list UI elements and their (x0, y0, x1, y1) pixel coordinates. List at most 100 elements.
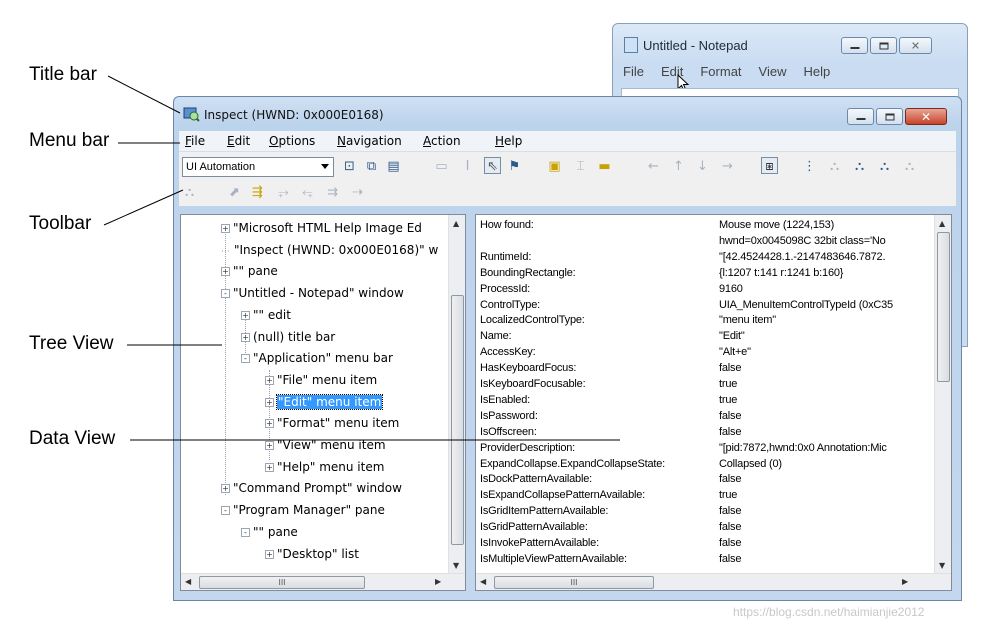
menu-options[interactable]: Options (269, 134, 315, 148)
close-button[interactable]: ✕ (905, 108, 947, 125)
expand-icon[interactable]: + (241, 332, 250, 342)
property-value: false (719, 521, 742, 534)
expand-icon[interactable]: + (265, 419, 274, 429)
data-vertical-scroll-thumb[interactable] (937, 232, 950, 382)
data-vertical-scrollbar[interactable]: ▲ ▼ (934, 215, 951, 574)
scroll-down-icon[interactable]: ▼ (939, 561, 945, 570)
select-icon[interactable]: ⥆ (299, 184, 316, 201)
scroll-up-icon[interactable]: ▲ (453, 219, 459, 228)
maximize-button[interactable] (876, 108, 903, 125)
property-name: IsGridPatternAvailable: (480, 521, 588, 534)
nav-up-icon[interactable]: ↑ (670, 158, 687, 175)
notepad-menu-view[interactable]: View (759, 64, 787, 79)
tree-item[interactable]: - "Untitled - Notepad" window (221, 286, 404, 300)
watch-cursor-icon[interactable]: ⇖ (484, 157, 501, 174)
data-horizontal-scroll-thumb[interactable]: III (494, 576, 654, 589)
tree-vertical-scrollbar[interactable]: ▲ ▼ (448, 215, 465, 574)
tree-item[interactable]: - "Application" menu bar (241, 351, 393, 365)
nav-left-icon[interactable]: ← (645, 158, 662, 175)
expand-icon[interactable]: + (221, 224, 230, 233)
callout-title-bar: Title bar (29, 64, 97, 85)
tree-view[interactable]: + "Microsoft HTML Help Image Ed ··· "Inspec… (180, 214, 466, 591)
do-default-icon[interactable]: ⬈ (226, 184, 243, 201)
tooltip-icon[interactable]: ▬ (596, 158, 613, 175)
highlight-rect-icon[interactable]: ▣ (546, 158, 563, 175)
maximize-button[interactable] (870, 37, 897, 54)
tree-item[interactable]: + "View" menu item (265, 438, 386, 452)
menu-edit[interactable]: Edit (227, 134, 250, 148)
collapse-icon[interactable]: - (221, 289, 230, 299)
tree-item[interactable]: + "Command Prompt" window (221, 481, 402, 495)
tree-item[interactable]: - "Program Manager" pane (221, 503, 385, 517)
add-to-selection-icon[interactable]: ⇉ (324, 184, 341, 201)
scroll-into-view-icon[interactable]: ⇢ (349, 184, 366, 201)
tree-item[interactable]: + "Desktop" list (265, 547, 359, 561)
notepad-menu-help[interactable]: Help (803, 64, 830, 79)
caret-icon[interactable]: I (459, 158, 476, 175)
focus-rect-icon[interactable]: ▭ (433, 158, 450, 175)
minimize-button[interactable] (841, 37, 868, 54)
property-name: ProviderDescription: (480, 441, 576, 454)
expand-icon[interactable]: + (265, 375, 274, 385)
menu-action[interactable]: Action (423, 134, 461, 148)
scroll-right-icon[interactable]: ▶ (902, 577, 908, 586)
next-sibling-icon[interactable]: ⛬ (851, 158, 868, 175)
notepad-menu-file[interactable]: File (623, 64, 644, 79)
tree-item[interactable]: + "" edit (241, 308, 291, 322)
show-caret-icon[interactable]: ⌶ (572, 158, 589, 175)
data-horizontal-scrollbar[interactable]: ◀ III ▶ (476, 573, 951, 590)
tree-mode-icon[interactable]: ⧆ (761, 157, 778, 174)
notepad-menu-format[interactable]: Format (700, 64, 741, 79)
scroll-down-icon[interactable]: ▼ (453, 561, 459, 570)
tree-item[interactable]: - "" pane (241, 525, 298, 539)
toggle-icon[interactable]: ⥅ (275, 184, 292, 201)
expand-icon[interactable]: + (265, 441, 274, 450)
tree-item[interactable]: ··· "Inspect (HWND: 0x000E0168)" w (221, 243, 438, 257)
collapse-icon[interactable]: - (241, 354, 250, 364)
watch-tooltip-icon[interactable]: ⚑ (506, 158, 523, 175)
expand-icon[interactable]: + (265, 397, 274, 407)
expand-icon[interactable]: + (241, 310, 250, 320)
prev-sibling-icon[interactable]: ⛬ (876, 158, 893, 175)
close-button[interactable]: ✕ (899, 37, 932, 54)
property-value: 9160 (719, 282, 743, 295)
tree-item[interactable]: + "Help" menu item (265, 460, 384, 474)
property-name: IsOffscreen: (480, 425, 537, 438)
expand-icon[interactable]: + (221, 267, 230, 277)
scroll-left-icon[interactable]: ◀ (480, 577, 486, 586)
tree-horizontal-scroll-thumb[interactable]: III (199, 576, 365, 589)
expand-icon[interactable]: + (265, 462, 274, 472)
expand-icon[interactable]: + (221, 484, 230, 494)
tree-item[interactable]: + "File" menu item (265, 373, 377, 387)
menu-help[interactable]: Help (495, 134, 522, 148)
first-child-icon[interactable]: ⛬ (826, 158, 843, 175)
menu-navigation[interactable]: Navigation (337, 134, 402, 148)
properties-icon[interactable]: ▤ (385, 158, 402, 175)
nav-right-icon[interactable]: → (719, 158, 736, 175)
scroll-left-icon[interactable]: ◀ (185, 577, 191, 586)
last-child-icon[interactable]: ⛬ (901, 158, 918, 175)
copy-icon[interactable]: ⧉ (363, 158, 380, 175)
tree-item[interactable]: + "Format" menu item (265, 416, 399, 430)
api-mode-combobox[interactable]: UI Automation (182, 157, 334, 177)
scroll-up-icon[interactable]: ▲ (939, 219, 945, 228)
collapse-icon[interactable]: - (221, 506, 230, 516)
tree-root-icon[interactable]: ⛬ (181, 184, 198, 201)
expand-icon[interactable]: ⇶ (249, 184, 266, 201)
parent-icon[interactable]: ⋮ (801, 158, 818, 175)
nav-down-icon[interactable]: ↓ (694, 158, 711, 175)
tree-vertical-scroll-thumb[interactable] (451, 295, 464, 545)
tree-item[interactable]: + "Microsoft HTML Help Image Ed (221, 221, 422, 235)
tree-horizontal-scrollbar[interactable]: ◀ III ▶ (181, 573, 465, 590)
scroll-right-icon[interactable]: ▶ (435, 577, 441, 586)
collapse-icon[interactable]: - (241, 527, 250, 537)
tree-item[interactable]: + "" pane (221, 264, 278, 278)
expand-icon[interactable]: + (265, 549, 274, 559)
menu-file[interactable]: File (185, 134, 205, 148)
minimize-button[interactable] (847, 108, 874, 125)
refresh-icon[interactable]: ⊡ (341, 158, 358, 175)
tree-item[interactable]: + (null) title bar (241, 330, 335, 344)
data-view[interactable]: How found: Mouse move (1224,153) hwnd=0x00… (475, 214, 952, 591)
tree-item[interactable]: + "Edit" menu item (265, 393, 384, 410)
inspect-window[interactable]: Inspect (HWND: 0x000E0168) ✕ File Edit O… (173, 96, 962, 601)
